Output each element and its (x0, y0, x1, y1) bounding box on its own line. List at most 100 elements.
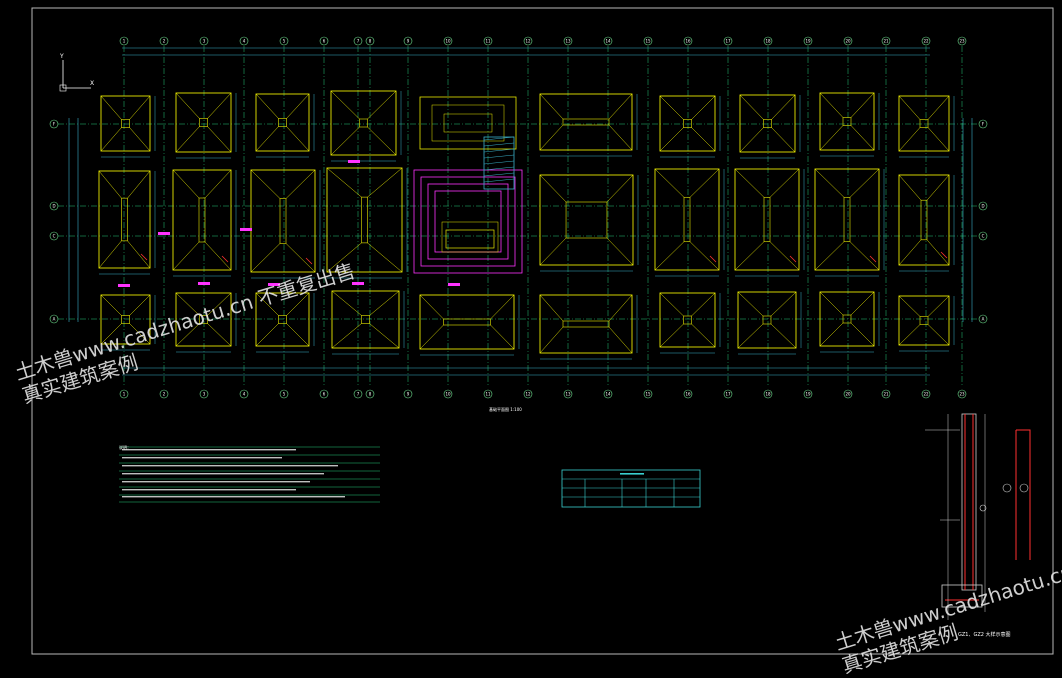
axis-label: 6 (323, 39, 326, 44)
footing-ridge (927, 324, 950, 346)
axis-label: 13 (565, 392, 571, 397)
footing-ridge (172, 169, 200, 199)
footing-ridge (207, 92, 232, 119)
axis-label: D (981, 204, 984, 209)
footing-ridge (849, 168, 880, 198)
axis-label: 10 (445, 392, 451, 397)
axis-label: 17 (725, 392, 731, 397)
axis-label: 1 (123, 392, 126, 397)
stair-hatch-outline (483, 136, 515, 190)
footing-ridge (175, 92, 200, 119)
footing-ridge (285, 243, 316, 273)
axis-label: 18 (765, 39, 771, 44)
footing (330, 90, 402, 162)
red-mark (789, 255, 797, 263)
footing-ridge (898, 324, 921, 346)
axis-label: C (982, 234, 985, 239)
footing-ridge (689, 241, 720, 271)
footing-ridge (175, 126, 200, 153)
axis-label: 5 (283, 39, 286, 44)
footing-ridge (285, 169, 316, 199)
footing-pedestal (763, 119, 772, 128)
axis-label: 12 (525, 39, 531, 44)
footing (819, 291, 880, 353)
footing (737, 291, 802, 355)
footing-ridge (369, 290, 400, 316)
core-pedestal (441, 221, 499, 253)
stair-hatch-line (483, 178, 515, 183)
stair-hatch-line (483, 166, 515, 171)
footing-ridge (608, 294, 633, 322)
red-mark (869, 255, 877, 263)
footing-ridge (898, 95, 921, 120)
axis-label: 15 (645, 392, 651, 397)
axis-label: 6 (323, 392, 326, 397)
footing-pedestal (843, 196, 851, 243)
footing-ridge (898, 127, 921, 152)
footing-pedestal (359, 118, 368, 128)
footing-ridge (367, 242, 403, 273)
footing-outline (172, 169, 232, 271)
footing-ridge (204, 241, 232, 271)
axis-label: 17 (725, 39, 731, 44)
footing-ridge (127, 170, 151, 199)
footing-pedestal (279, 198, 287, 244)
footing-ridge (769, 168, 800, 198)
footing-ridge (659, 95, 684, 120)
axis-label: 4 (243, 39, 246, 44)
footing-ridge (419, 294, 444, 320)
footing-pedestal (683, 196, 691, 243)
footing-ridge (255, 126, 279, 152)
footing-pedestal (683, 119, 692, 128)
stair-hatch-line (483, 172, 515, 177)
footing-ridge (739, 94, 764, 120)
footing-ridge (898, 295, 921, 317)
footing-ridge (204, 169, 232, 199)
footing-ridge (608, 124, 633, 151)
footing-ridge (606, 237, 634, 266)
footing-ridge (367, 90, 397, 120)
footing-ridge (739, 127, 764, 153)
footing-outline (419, 294, 515, 350)
footing-ridge (927, 295, 950, 317)
axis-label: 9 (407, 392, 410, 397)
footing-ridge (367, 126, 397, 156)
axis-label: 16 (685, 39, 691, 44)
footing-pedestal (919, 119, 929, 128)
magenta-tag (348, 160, 360, 163)
footing-pedestal (763, 196, 771, 243)
footing-outline (443, 113, 493, 133)
axis-label: 14 (605, 39, 611, 44)
section-column (961, 413, 977, 591)
axis-label: 11 (485, 39, 491, 44)
footing-pedestal (361, 315, 370, 324)
axis-label: 18 (765, 392, 771, 397)
footing-ridge (129, 127, 151, 152)
axis-label: 22 (923, 392, 929, 397)
footing-ridge (850, 92, 875, 118)
axis-label: 21 (883, 392, 889, 397)
footing (539, 294, 638, 360)
footing-ridge (659, 323, 684, 348)
footing-ridge (255, 93, 279, 119)
footing-ridge (771, 94, 796, 120)
footing (819, 92, 880, 157)
footing-ridge (490, 294, 515, 320)
footing-ridge (819, 322, 844, 347)
plan-caption: 基础平面图 1:100 (489, 406, 522, 412)
footing (539, 93, 638, 157)
footing-ridge (814, 168, 845, 198)
footing-ridge (419, 324, 444, 350)
axis-label: 21 (883, 39, 889, 44)
notes-text-stroke (122, 449, 296, 451)
footing-ridge (689, 168, 720, 198)
footing-ridge (286, 93, 310, 119)
footing-outline (326, 167, 403, 273)
detail-layer (119, 413, 1031, 620)
footing-ridge (850, 322, 875, 347)
notes-text-stroke (122, 465, 338, 467)
footing-ridge (367, 167, 403, 198)
footing-ridge (100, 95, 122, 120)
footing-ridge (250, 243, 281, 273)
axis-label: 14 (605, 392, 611, 397)
